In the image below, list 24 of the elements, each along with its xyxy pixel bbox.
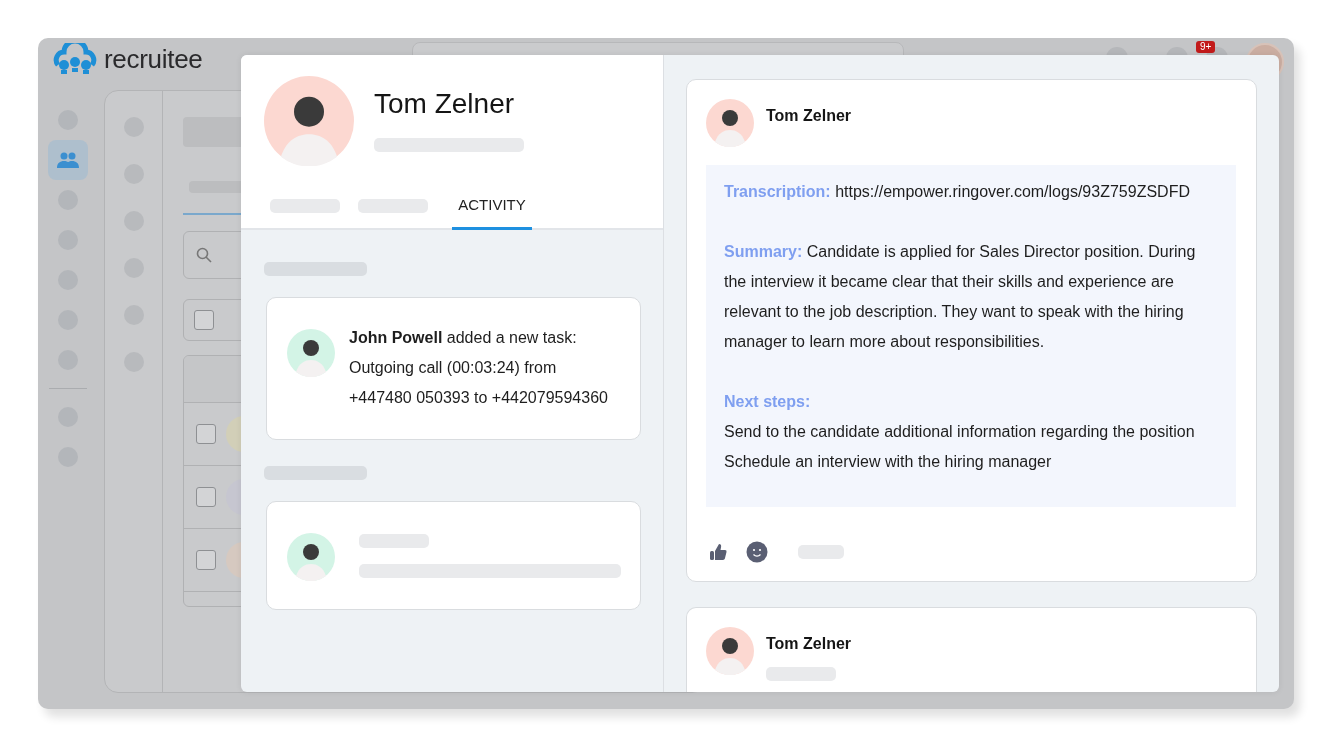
activity-text: John Powell added a new task: Outgoing call (00:03:24) from +447480 050393 to +442079594360 [349,328,608,408]
people-icon [57,152,79,168]
search-icon [196,247,212,263]
note-text: Next steps: Send to the candidate additional information regarding the position Schedule an interview with the hiring manager [724,392,1196,472]
note-text: Summary: Candidate is applied for Sales Director position. During the interview it became clear that their skills and experience are relevant to the job description. They want to speak with the hiring manager to learn more about responsibilities. [724,242,1197,352]
sidebar-item[interactable] [48,140,88,180]
candidate-name: Tom Zelner [374,88,516,120]
avatar [706,99,754,147]
checkbox[interactable] [196,424,216,444]
avatar [287,533,335,581]
notification-badge: 9+ [1196,41,1216,53]
smiley-icon[interactable] [746,541,768,563]
avatar [287,329,335,377]
checkbox[interactable] [196,487,216,507]
avatar [706,627,754,675]
tab[interactable]: ACTIVITY [452,190,532,230]
checkbox[interactable] [194,310,214,330]
checkbox[interactable] [196,550,216,570]
author-name: Tom Zelner [766,635,852,653]
logo-icon [52,43,98,75]
thumbs-up-icon[interactable] [708,542,728,562]
note-text: Transcription: https://empower.ringover.com/logs/93Z759ZSDFD [724,182,1191,202]
logo-text: recruitee [104,43,203,75]
author-name: Tom Zelner [766,107,852,125]
